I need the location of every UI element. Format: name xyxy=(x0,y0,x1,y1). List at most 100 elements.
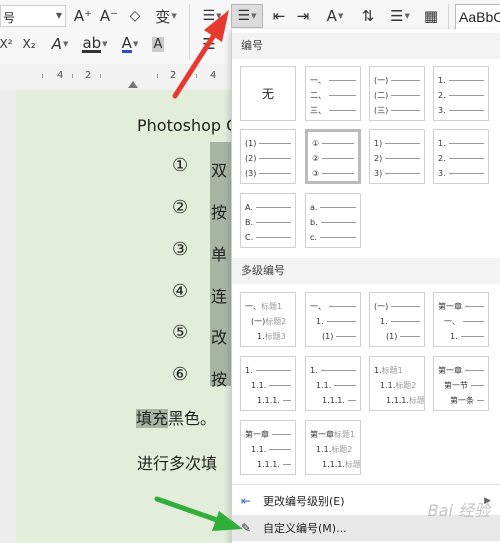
tile-row: b. xyxy=(310,217,356,227)
tile-row: 二、 xyxy=(310,90,356,100)
ruler-tick xyxy=(196,74,197,78)
decrease-indent-icon: ⇤ xyxy=(272,7,286,25)
tile-row-label: 第一节 xyxy=(444,380,468,390)
tile-row-line xyxy=(448,142,484,144)
shrink-font-button[interactable]: A⁻ xyxy=(98,5,120,27)
tile-row-caption: 标题2 xyxy=(331,444,353,454)
list-item-text[interactable]: 改 xyxy=(211,324,227,348)
tile-row-label: 1.1. xyxy=(316,380,332,390)
char-shading-button[interactable]: A xyxy=(148,33,168,55)
list-item-text[interactable]: 按 xyxy=(211,366,227,390)
indent-marker[interactable] xyxy=(128,81,138,88)
tile-row-line xyxy=(385,142,420,144)
clear-format-button[interactable]: ◇ xyxy=(124,5,146,27)
tile-row-label: 3. xyxy=(438,168,446,178)
chinese-layout-button[interactable]: A ▼ xyxy=(320,5,350,27)
multilevel-tile[interactable]: 第一章 1.1. 1.1.1. xyxy=(240,420,296,475)
style-gallery-item[interactable]: AaBbC xyxy=(455,4,500,32)
multilevel-tile[interactable]: 1. 1.1. 1.1.1. xyxy=(240,356,296,411)
tile-row: 1. 标题3 xyxy=(245,331,291,341)
tile-row-label: 一、 xyxy=(245,301,261,311)
multilevel-tile[interactable]: 第一章 第一节 第一条 xyxy=(433,356,489,411)
tile-row: 1.1. xyxy=(310,380,356,390)
tile-row-label: C. xyxy=(245,232,254,242)
tile-row-label: (三) xyxy=(374,105,389,115)
tile-row-line xyxy=(320,206,356,208)
numbering-tile[interactable]: 1) 2) 3) xyxy=(369,129,425,184)
decrease-indent-button[interactable]: ⇤ xyxy=(268,5,290,27)
tile-row: 3. xyxy=(438,168,484,178)
numbering-tile[interactable]: a. b. c. xyxy=(305,193,361,248)
tile-row-line xyxy=(326,320,356,322)
tile-row-label: 第一章 xyxy=(438,365,462,375)
numbering-tile[interactable]: (一) (二) (三) xyxy=(369,66,425,121)
subscript-button[interactable]: X₂ xyxy=(18,33,40,55)
tile-row-label: (一) xyxy=(374,301,389,311)
font-size-combobox[interactable]: 号 ▼ xyxy=(0,5,66,27)
superscript-button[interactable]: X² xyxy=(0,33,14,55)
numbered-list-button[interactable]: ☰ ▼ xyxy=(231,4,263,28)
tile-row-label: 1. xyxy=(310,365,318,375)
numbering-tile[interactable]: 1. 2. 3. xyxy=(433,129,489,184)
tile-row-line xyxy=(329,94,356,96)
tile-row: 1.1.1.标题3 xyxy=(310,459,360,469)
tile-row-line xyxy=(391,79,420,81)
tile-row-label: 二、 xyxy=(310,90,326,100)
highlight-color-button[interactable]: ab ▼ xyxy=(80,33,110,55)
phonetic-guide-button[interactable]: 变 ▼ xyxy=(151,5,181,27)
multilevel-tile[interactable]: 第一章 一、 1. xyxy=(433,292,489,347)
font-color-button[interactable]: A ▼ xyxy=(116,33,144,55)
multilevel-tile[interactable]: 一、 1. (1) xyxy=(305,292,361,347)
tile-row: 第一章 xyxy=(438,365,484,375)
tile-row: 1.1.1. xyxy=(245,395,291,405)
line-spacing-button[interactable]: ☰ ▼ xyxy=(385,5,415,27)
sort-button[interactable]: ⇅ xyxy=(357,5,379,27)
multilevel-tile[interactable]: 一、 标题1 (一) 标题2 1. 标题3 xyxy=(240,292,296,347)
tile-row-line xyxy=(322,172,354,174)
tile-row-line xyxy=(448,79,484,81)
numbering-none-tile[interactable]: 无 xyxy=(240,66,296,121)
numbering-tile[interactable]: 1. 2. 3. xyxy=(433,66,489,121)
list-item-text[interactable]: 单 xyxy=(211,241,227,265)
numbering-tile[interactable]: A. B. C. xyxy=(240,193,296,248)
tile-row-label: 1.1.1. xyxy=(386,395,409,405)
grow-font-button[interactable]: A⁺ xyxy=(72,5,94,27)
increase-indent-button[interactable]: ⇥ xyxy=(292,5,314,27)
tile-row-label: (1) xyxy=(386,331,398,341)
tile-row: 1. xyxy=(245,365,291,375)
doc-paragraph[interactable]: 进行多次填 xyxy=(137,450,217,474)
list-item-text[interactable]: 按 xyxy=(211,199,227,223)
borders-button[interactable]: ▦ xyxy=(420,5,442,27)
multilevel-tile[interactable]: (一) 1. (1) xyxy=(369,292,425,347)
tile-row-label: 1.1. xyxy=(251,380,267,390)
multilevel-tile[interactable]: 1. 1.1. 1.1.1. xyxy=(305,356,361,411)
tile-row-label: ① xyxy=(312,138,320,148)
tile-row-label: ③ xyxy=(312,168,320,178)
numbering-tile-selected[interactable]: ① ② ③ xyxy=(305,129,361,184)
numbering-tile[interactable]: 一、 二、 三、 xyxy=(305,66,361,121)
numbering-tile[interactable]: (1) (2) (3) xyxy=(240,129,296,184)
doc-paragraph[interactable]: 填充黑色。 xyxy=(136,405,216,429)
doc-heading[interactable]: Photoshop C xyxy=(137,116,237,135)
tile-row-label: 2. xyxy=(438,90,446,100)
chevron-down-icon: ▼ xyxy=(251,12,257,20)
tile-row-line xyxy=(329,79,356,81)
tile-row-line xyxy=(471,384,484,386)
tile-row: 一、 xyxy=(438,316,484,326)
multilevel-tile[interactable]: 1.标题11.1.标题21.1.1.标题3 xyxy=(369,356,425,411)
tile-row: (三) xyxy=(374,105,420,115)
tile-row-label: 1) xyxy=(374,138,383,148)
text-effect-button[interactable]: A ▼ xyxy=(46,33,74,55)
tile-row-line xyxy=(319,236,356,238)
bullet-list-button[interactable]: ☰ ▼ xyxy=(197,5,227,27)
tile-row-caption: 标题2 xyxy=(265,316,287,326)
horizontal-ruler[interactable]: 4 2 2 4 xyxy=(0,64,232,91)
tile-row-line xyxy=(269,448,291,450)
document-page[interactable] xyxy=(16,90,232,543)
multilevel-tile[interactable]: 第一章标题11.1.标题21.1.1.标题3 xyxy=(305,420,361,475)
tile-row: 1. xyxy=(310,316,356,326)
align-left-button[interactable]: ☰ xyxy=(197,33,221,55)
list-item-text[interactable]: 连 xyxy=(211,283,227,307)
list-item-text[interactable]: 双 xyxy=(211,157,227,181)
line-spacing-icon: ☰ xyxy=(390,7,404,25)
